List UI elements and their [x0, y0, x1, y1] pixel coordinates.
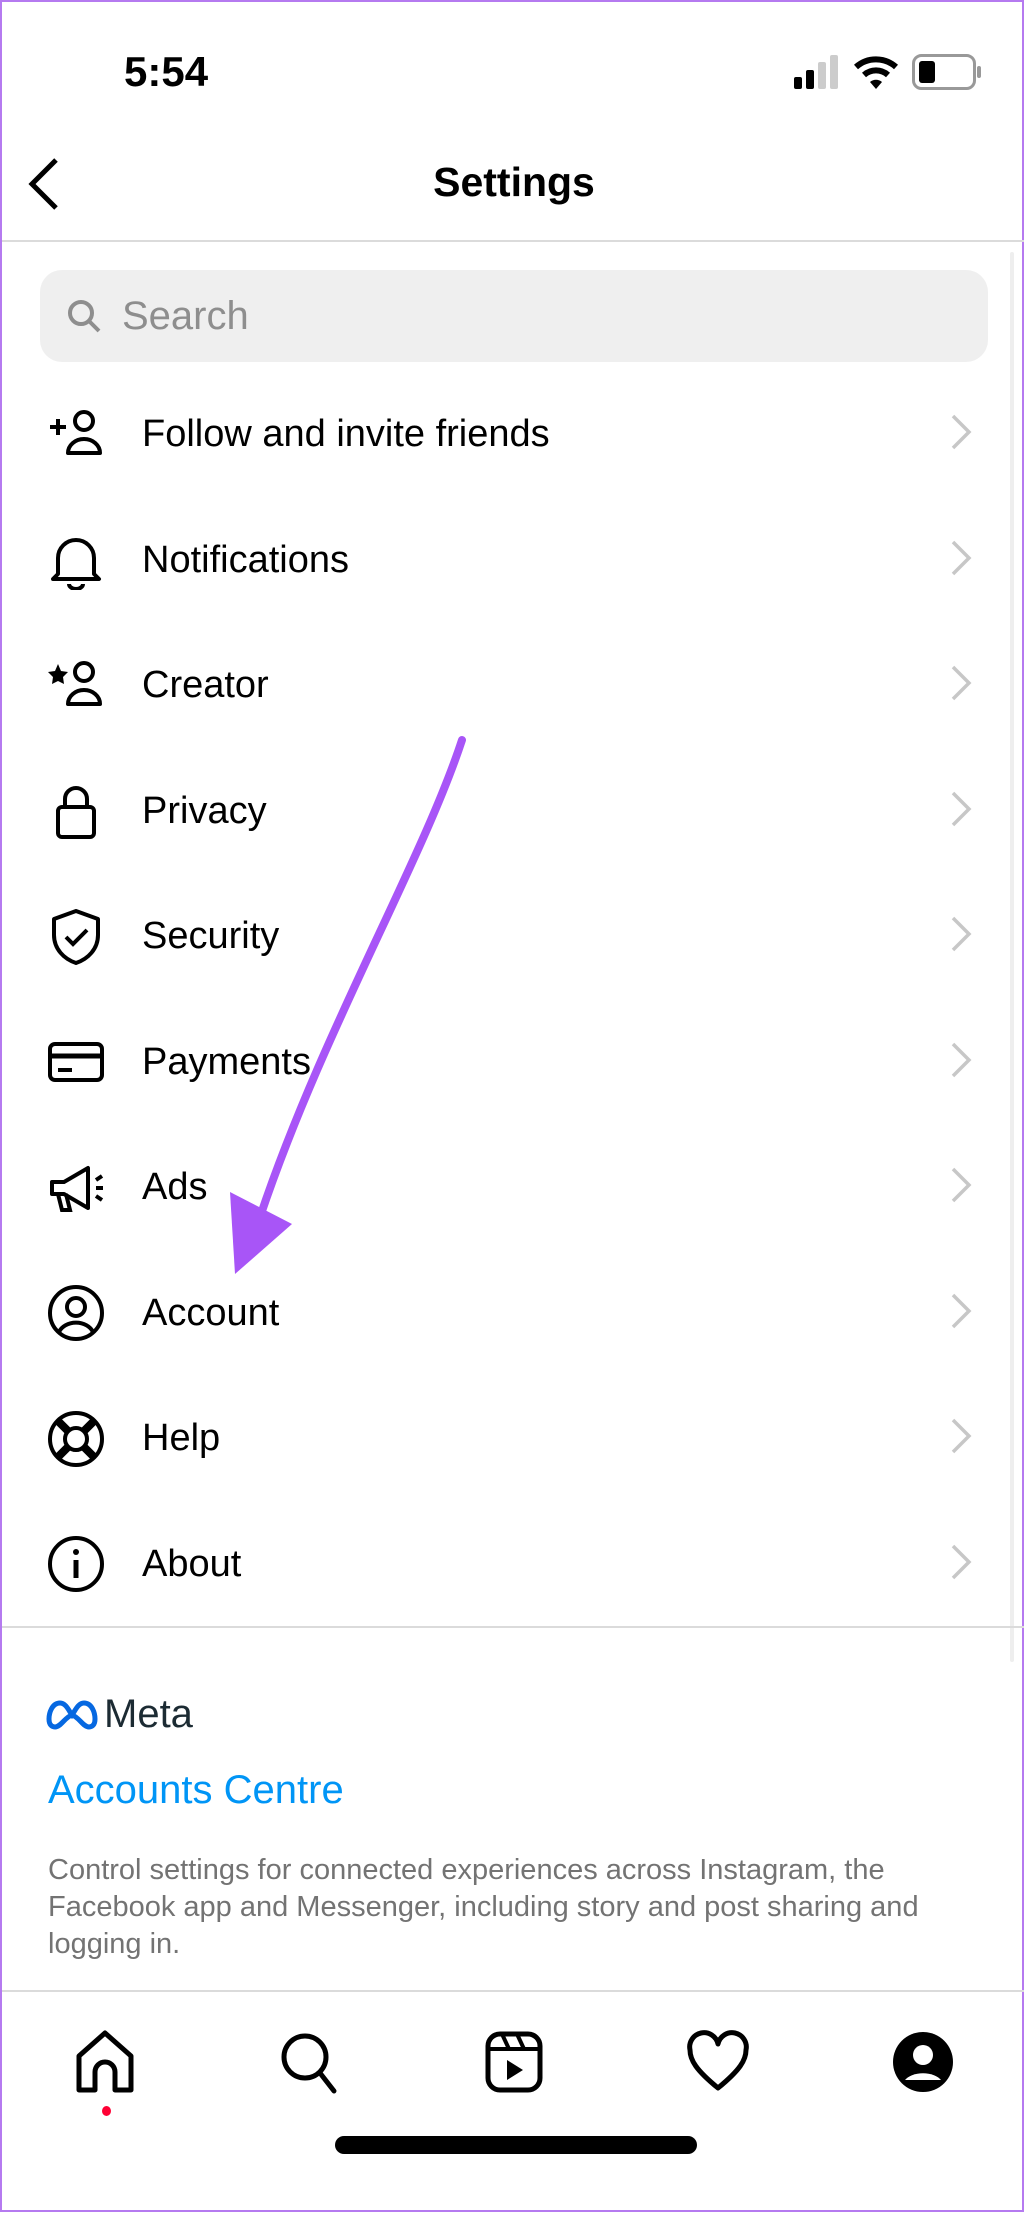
- notification-dot: [102, 2106, 111, 2116]
- megaphone-icon: [46, 1158, 106, 1218]
- nav-home[interactable]: [73, 2030, 137, 2094]
- menu-item-label: Notifications: [142, 538, 349, 581]
- search-icon: [68, 300, 101, 333]
- chevron-right-icon: [948, 663, 974, 708]
- home-indicator: [335, 2136, 697, 2154]
- chevron-right-icon: [948, 914, 974, 959]
- bell-icon: [46, 530, 106, 590]
- chevron-right-icon: [948, 538, 974, 583]
- status-icons: [794, 54, 982, 90]
- menu-item-help[interactable]: Help: [2, 1376, 1012, 1501]
- tabbar-divider: [2, 1990, 1024, 1992]
- menu-item-label: Follow and invite friends: [142, 413, 550, 455]
- add-person-icon: [46, 405, 106, 465]
- menu-item-ads[interactable]: Ads: [2, 1125, 1012, 1250]
- menu-item-security[interactable]: Security: [2, 874, 1012, 999]
- profile-icon: [893, 2032, 953, 2092]
- shield-icon: [46, 907, 106, 967]
- lock-icon: [46, 781, 106, 841]
- menu-item-label: Help: [142, 1417, 221, 1459]
- menu-item-privacy[interactable]: Privacy: [2, 749, 1012, 874]
- menu-item-label: Security: [142, 915, 280, 957]
- nav-profile[interactable]: [891, 2030, 955, 2094]
- chevron-right-icon: [948, 1416, 974, 1461]
- accounts-centre-link[interactable]: Accounts Centre: [48, 1768, 344, 1813]
- chevron-right-icon: [948, 1165, 974, 1210]
- menu-item-about[interactable]: About: [2, 1502, 1012, 1627]
- heart-icon: [687, 2030, 749, 2091]
- home-icon: [76, 2030, 134, 2093]
- search-icon: [281, 2033, 337, 2094]
- section-divider: [2, 1626, 1024, 1628]
- chevron-right-icon: [948, 1040, 974, 1085]
- page-title: Settings: [433, 159, 595, 205]
- battery-icon: [912, 54, 981, 90]
- meta-infinity-icon: [46, 1699, 98, 1730]
- chevron-right-icon: [948, 412, 974, 457]
- nav-activity[interactable]: [686, 2030, 750, 2094]
- signal-icon: [794, 55, 838, 89]
- chevron-right-icon: [948, 789, 974, 834]
- wifi-icon: [854, 56, 898, 89]
- status-time: 5:54: [124, 48, 209, 95]
- meta-logo-text: Meta: [104, 1692, 193, 1736]
- menu-item-creator[interactable]: Creator: [2, 623, 1012, 748]
- header-divider: [2, 240, 1024, 242]
- meta-logo: Meta: [46, 1692, 193, 1737]
- menu-item-payments[interactable]: Payments: [2, 1000, 1012, 1125]
- chevron-right-icon: [948, 1542, 974, 1587]
- star-person-icon: [46, 656, 106, 716]
- nav-search[interactable]: [277, 2030, 341, 2094]
- menu-item-notifications[interactable]: Notifications: [2, 498, 1012, 623]
- search-bar[interactable]: [40, 270, 988, 362]
- menu-item-label: Account: [142, 1291, 280, 1334]
- menu-item-label: Creator: [142, 664, 269, 706]
- person-circle-icon: [46, 1283, 106, 1343]
- info-icon: [46, 1534, 106, 1594]
- menu-item-account[interactable]: Account: [2, 1251, 1012, 1376]
- menu-item-label: Ads: [142, 1166, 208, 1208]
- lifebuoy-icon: [46, 1409, 106, 1469]
- menu-item-label: Privacy: [142, 789, 267, 832]
- accounts-centre-description: Control settings for connected experienc…: [48, 1854, 919, 1960]
- card-icon: [46, 1032, 106, 1092]
- menu-item-label: About: [142, 1542, 242, 1585]
- reels-icon: [485, 2031, 543, 2093]
- menu-item-follow-and-invite-friends[interactable]: Follow and invite friends: [2, 372, 1012, 497]
- nav-reels[interactable]: [482, 2030, 546, 2094]
- chevron-right-icon: [948, 1291, 974, 1336]
- search-input[interactable]: [122, 293, 922, 339]
- menu-item-label: Payments: [142, 1040, 311, 1083]
